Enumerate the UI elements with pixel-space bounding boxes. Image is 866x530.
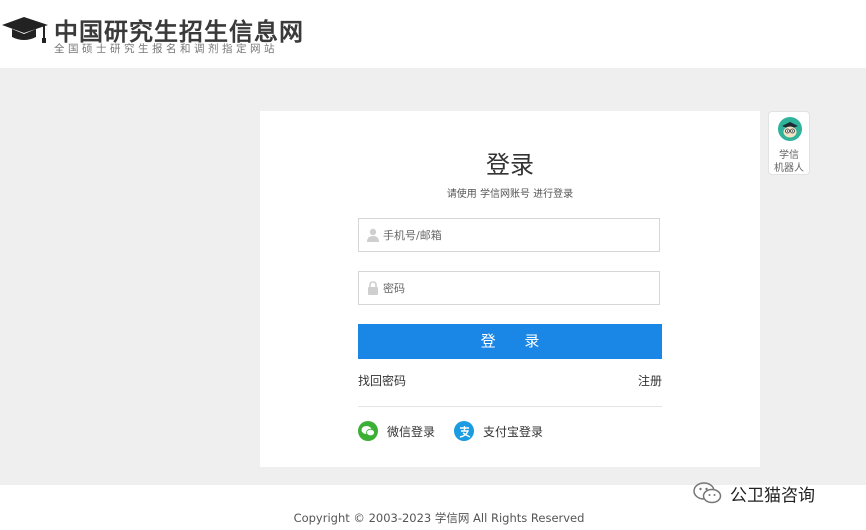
login-title: 登录 <box>486 151 534 179</box>
watermark-text: 公卫猫咨询 <box>730 485 815 506</box>
header: 中国研究生招生信息网 全国硕士研究生报名和调剂指定网站 <box>0 0 866 68</box>
login-subtitle: 请使用 学信网账号 进行登录 <box>446 189 574 200</box>
wechat-icon <box>358 421 378 441</box>
site-subtitle: 全国硕士研究生报名和调剂指定网站 <box>54 43 278 55</box>
lock-icon <box>368 281 378 295</box>
alipay-login-label: 支付宝登录 <box>483 424 544 439</box>
alipay-login-button[interactable]: 支付宝登录 <box>454 420 543 442</box>
robot-assistant-button[interactable]: 学信 机器人 <box>768 111 810 175</box>
watermark: 公卫猫咨询 <box>692 480 815 506</box>
alipay-icon <box>454 421 474 441</box>
wechat-login-button[interactable]: 微信登录 <box>358 420 435 442</box>
graduation-cap-icon <box>2 17 48 43</box>
robot-label-line2: 机器人 <box>774 163 804 174</box>
register-link[interactable]: 注册 <box>638 372 662 389</box>
password-input[interactable] <box>383 272 653 304</box>
footer-copyright: Copyright © 2003-2023 学信网 All Rights Res… <box>293 511 585 525</box>
wechat-login-label: 微信登录 <box>387 424 436 439</box>
wechat-outline-icon <box>693 482 722 504</box>
login-button[interactable]: 登 录 <box>358 324 662 359</box>
divider <box>358 406 662 407</box>
password-field <box>358 271 660 305</box>
user-icon <box>367 228 379 242</box>
username-field <box>358 218 660 252</box>
robot-avatar-icon <box>778 117 802 141</box>
site-logo[interactable]: 中国研究生招生信息网 全国硕士研究生报名和调剂指定网站 <box>0 6 320 58</box>
login-card: 登录 请使用 学信网账号 进行登录 登 录 找回密码 注册 微信登录 <box>260 111 760 467</box>
forgot-password-link[interactable]: 找回密码 <box>358 372 406 389</box>
username-input[interactable] <box>383 219 653 251</box>
